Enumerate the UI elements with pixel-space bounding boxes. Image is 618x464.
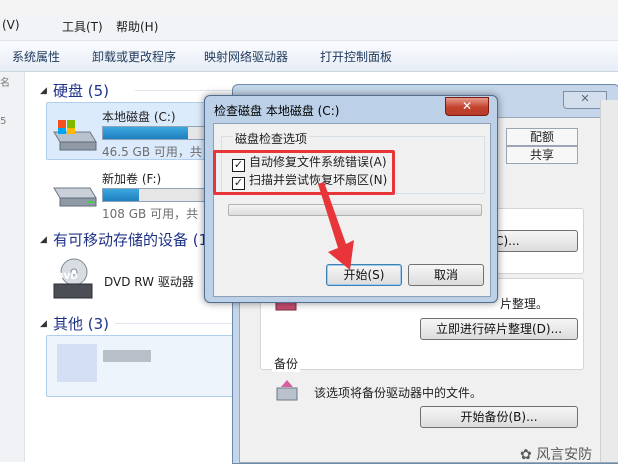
tab-share[interactable]: 共享: [506, 146, 578, 164]
collapse-arrow-icon[interactable]: ◢: [40, 319, 47, 329]
group-other[interactable]: 其他 (3): [53, 313, 109, 334]
group-divider: [115, 323, 235, 324]
hard-drive-icon: [53, 187, 97, 207]
blurred-label: [103, 350, 151, 362]
watermark: ✿ 风言安防: [520, 444, 592, 464]
menu-view[interactable]: (V): [2, 18, 20, 32]
backup-text: 该选项将备份驱动器中的文件。: [314, 386, 483, 400]
cancel-button[interactable]: 取消: [408, 264, 484, 286]
drive-c-name: 本地磁盘 (C:): [102, 110, 176, 124]
menu-bar: (V) 工具(T) 帮助(H): [0, 14, 618, 41]
window-top-edge: [0, 0, 618, 15]
menu-tools[interactable]: 工具(T): [62, 18, 103, 35]
options-group-label: 磁盘检查选项: [233, 130, 310, 147]
watermark-icon: ✿: [520, 447, 532, 463]
defrag-now-button[interactable]: 立即进行碎片整理(D)...: [420, 318, 578, 340]
collapse-arrow-icon[interactable]: ◢: [40, 235, 47, 245]
map-network-drive-button[interactable]: 映射网络驱动器: [204, 48, 288, 65]
open-control-panel-button[interactable]: 打开控制面板: [320, 48, 392, 65]
nav-scrap-1: 名: [0, 78, 10, 89]
tab-quota[interactable]: 配额: [506, 128, 578, 146]
hard-drive-icon: [53, 120, 97, 151]
uninstall-program-button[interactable]: 卸载或更改程序: [92, 48, 176, 65]
drive-c-free: 46.5 GB 可用，共: [102, 145, 202, 159]
blurred-icon: [57, 344, 97, 382]
drive-f-usage-fill: [103, 189, 140, 201]
group-hard-disks[interactable]: 硬盘 (5): [53, 80, 109, 101]
dvd-badge: DVD: [56, 272, 78, 282]
dialog-title: 检查磁盘 本地磁盘 (C:): [214, 104, 340, 118]
navigation-pane[interactable]: 名 5: [0, 72, 25, 462]
menu-help[interactable]: 帮助(H): [116, 18, 158, 35]
backup-label: 备份: [272, 355, 301, 372]
backup-now-button[interactable]: 开始备份(B)...: [420, 406, 578, 428]
backup-icon: [276, 380, 298, 401]
watermark-text: 风言安防: [536, 447, 593, 463]
red-arrow-annotation: [318, 182, 354, 270]
drive-c-usage-fill: [103, 127, 188, 139]
close-icon[interactable]: ✕: [445, 97, 489, 116]
defrag-now-button-label: 立即进行碎片整理(D)...: [435, 322, 563, 336]
drive-f-name: 新加卷 (F:): [102, 172, 162, 186]
system-properties-button[interactable]: 系统属性: [12, 48, 60, 65]
backup-now-button-label: 开始备份(B)...: [460, 410, 538, 424]
dvd-drive-name: DVD RW 驱动器: [104, 275, 194, 289]
cancel-button-label: 取消: [433, 268, 458, 282]
nav-scrap-2: 5: [0, 116, 7, 127]
drive-f-free: 108 GB 可用，共: [102, 207, 199, 221]
vertical-scrollbar[interactable]: [600, 100, 618, 462]
command-bar: 系统属性 卸载或更改程序 映射网络驱动器 打开控制面板: [0, 41, 618, 72]
group-removable[interactable]: 有可移动存储的设备 (1: [53, 229, 208, 250]
collapse-arrow-icon[interactable]: ◢: [40, 86, 47, 96]
defrag-text: 片整理。: [500, 297, 549, 311]
